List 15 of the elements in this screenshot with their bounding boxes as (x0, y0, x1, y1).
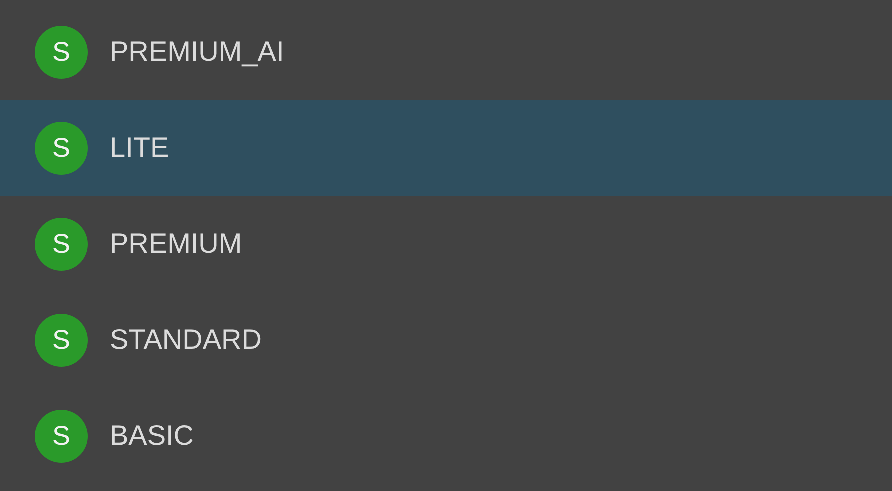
list-item[interactable]: S BASIC (0, 388, 892, 484)
letter-avatar: S (35, 314, 88, 366)
letter-avatar: S (35, 122, 88, 174)
letter-avatar: S (35, 26, 88, 78)
list-item[interactable]: S STANDARD (0, 292, 892, 388)
item-label: BASIC (110, 420, 194, 452)
item-label: STANDARD (110, 324, 262, 356)
item-label: LITE (110, 132, 170, 164)
list-item[interactable]: S LITE (0, 100, 892, 196)
list-item[interactable]: S PREMIUM_AI (0, 4, 892, 100)
item-label: PREMIUM (110, 228, 242, 260)
letter-avatar: S (35, 410, 88, 462)
list-item[interactable]: S PREMIUM (0, 196, 892, 292)
item-label: PREMIUM_AI (110, 36, 284, 68)
letter-avatar: S (35, 218, 88, 270)
